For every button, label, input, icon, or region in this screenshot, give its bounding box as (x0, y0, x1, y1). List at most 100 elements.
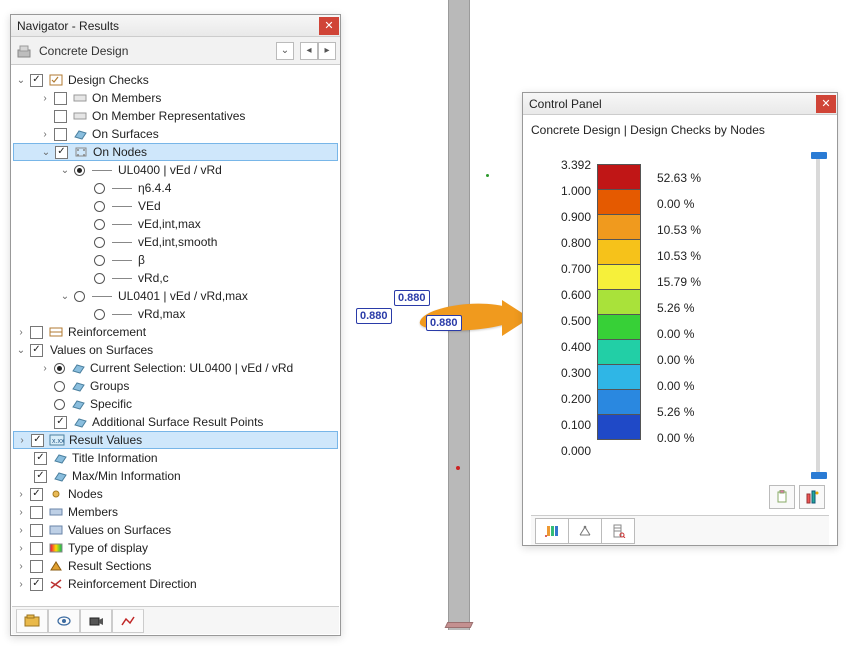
expand-toggle[interactable]: › (15, 542, 27, 554)
tree-item-design-checks[interactable]: ⌄ Design Checks (13, 71, 338, 89)
range-slider-min-handle[interactable] (811, 472, 827, 479)
checkbox[interactable] (54, 92, 67, 105)
radio-button[interactable] (54, 399, 65, 410)
nav-prev-button[interactable]: ◂ (300, 42, 318, 60)
category-dropdown[interactable]: ⌄ (276, 42, 294, 60)
legend-swatch[interactable] (597, 339, 641, 365)
tree-item-beta[interactable]: β (13, 251, 338, 269)
checkbox[interactable] (31, 434, 44, 447)
expand-toggle[interactable]: › (15, 326, 27, 338)
tab-camera-button[interactable] (80, 609, 112, 633)
tree-item-on-nodes[interactable]: ⌄ On Nodes (13, 143, 338, 161)
tab-results-button[interactable] (112, 609, 144, 633)
checkbox[interactable] (30, 344, 43, 357)
navigator-tree[interactable]: ⌄ Design Checks › On Members On Member R… (13, 67, 338, 603)
value-label-2[interactable]: 0.880 (394, 290, 430, 306)
tree-item-result-values[interactable]: › x.xx Result Values (13, 431, 338, 449)
tab-views-button[interactable] (16, 609, 48, 633)
radio-button[interactable] (94, 237, 105, 248)
expand-toggle[interactable]: ⌄ (59, 164, 71, 176)
value-label-3[interactable]: 0.880 (426, 315, 462, 331)
tree-item-vedintsmooth[interactable]: vEd,int,smooth (13, 233, 338, 251)
tree-item-on-member-reps[interactable]: On Member Representatives (13, 107, 338, 125)
legend-swatch[interactable] (597, 214, 641, 240)
legend-swatch[interactable] (597, 364, 641, 390)
legend-swatch[interactable] (597, 414, 641, 440)
checkbox[interactable] (54, 110, 67, 123)
tree-item-reinf-direction[interactable]: › Reinforcement Direction (13, 575, 338, 593)
checkbox[interactable] (30, 326, 43, 339)
radio-button[interactable] (94, 309, 105, 320)
legend-swatch[interactable] (597, 239, 641, 265)
tab-filter[interactable] (601, 518, 635, 544)
value-label-1[interactable]: 0.880 (356, 308, 392, 324)
expand-toggle[interactable]: › (15, 524, 27, 536)
range-slider-max-handle[interactable] (811, 152, 827, 159)
checkbox[interactable] (30, 488, 43, 501)
tree-item-nodes[interactable]: › Nodes (13, 485, 338, 503)
expand-toggle[interactable]: › (39, 92, 51, 104)
control-panel-titlebar[interactable]: Control Panel ✕ (523, 93, 837, 115)
radio-button[interactable] (94, 255, 105, 266)
expand-toggle[interactable]: › (16, 434, 28, 446)
tree-item-eta[interactable]: η6.4.4 (13, 179, 338, 197)
tab-factors[interactable] (568, 518, 602, 544)
tree-item-on-members[interactable]: › On Members (13, 89, 338, 107)
checkbox[interactable] (55, 146, 68, 159)
tree-item-ul0401[interactable]: ⌄ UL0401 | vEd / vRd,max (13, 287, 338, 305)
tree-item-maxmin[interactable]: Max/Min Information (13, 467, 338, 485)
checkbox[interactable] (54, 128, 67, 141)
checkbox[interactable] (30, 74, 43, 87)
range-slider-track[interactable] (816, 155, 820, 476)
legend-swatch[interactable] (597, 264, 641, 290)
checkbox[interactable] (34, 470, 47, 483)
legend-swatch[interactable] (597, 164, 641, 190)
navigator-close-button[interactable]: ✕ (319, 17, 339, 35)
tree-item-specific[interactable]: Specific (13, 395, 338, 413)
expand-toggle[interactable]: ⌄ (15, 344, 27, 356)
tree-item-groups[interactable]: Groups (13, 377, 338, 395)
tree-item-current-selection[interactable]: › Current Selection: UL0400 | vEd / vRd (13, 359, 338, 377)
checkbox[interactable] (30, 542, 43, 555)
tree-item-type-of-display[interactable]: › Type of display (13, 539, 338, 557)
tree-item-members[interactable]: › Members (13, 503, 338, 521)
legend-swatch[interactable] (597, 314, 641, 340)
radio-button[interactable] (94, 219, 105, 230)
radio-button[interactable] (74, 165, 85, 176)
checkbox[interactable] (30, 506, 43, 519)
tree-item-values-on-surfaces[interactable]: ⌄ Values on Surfaces (13, 341, 338, 359)
legend-swatch[interactable] (597, 189, 641, 215)
radio-button[interactable] (94, 201, 105, 212)
tree-item-values-on-surfaces2[interactable]: › Values on Surfaces (13, 521, 338, 539)
scale-options-button[interactable] (799, 485, 825, 509)
checkbox[interactable] (30, 524, 43, 537)
navigator-category-label[interactable]: Concrete Design (39, 44, 270, 58)
radio-button[interactable] (54, 381, 65, 392)
checkbox[interactable] (30, 578, 43, 591)
expand-toggle[interactable]: › (15, 488, 27, 500)
expand-toggle[interactable]: › (15, 560, 27, 572)
legend-swatch[interactable] (597, 289, 641, 315)
tree-item-title-info[interactable]: Title Information (13, 449, 338, 467)
legend-swatch[interactable] (597, 389, 641, 415)
nav-next-button[interactable]: ▸ (318, 42, 336, 60)
tree-item-ved[interactable]: VEd (13, 197, 338, 215)
tree-item-reinforcement[interactable]: › Reinforcement (13, 323, 338, 341)
expand-toggle[interactable]: › (15, 506, 27, 518)
navigator-titlebar[interactable]: Navigator - Results ✕ (11, 15, 340, 37)
control-panel-close-button[interactable]: ✕ (816, 95, 836, 113)
expand-toggle[interactable]: › (39, 362, 51, 374)
tree-item-result-sections[interactable]: › Result Sections (13, 557, 338, 575)
checkbox[interactable] (34, 452, 47, 465)
clipboard-button[interactable] (769, 485, 795, 509)
radio-button[interactable] (54, 363, 65, 374)
checkbox[interactable] (30, 560, 43, 573)
tree-item-ul0400[interactable]: ⌄ UL0400 | vEd / vRd (13, 161, 338, 179)
radio-button[interactable] (94, 183, 105, 194)
expand-toggle[interactable]: ⌄ (40, 146, 52, 158)
expand-toggle[interactable]: ⌄ (59, 290, 71, 302)
tab-visibility-button[interactable] (48, 609, 80, 633)
tree-item-vrdc[interactable]: vRd,c (13, 269, 338, 287)
expand-toggle[interactable]: › (39, 128, 51, 140)
model-viewport[interactable]: 0.880 0.880 0.880 (358, 0, 533, 660)
